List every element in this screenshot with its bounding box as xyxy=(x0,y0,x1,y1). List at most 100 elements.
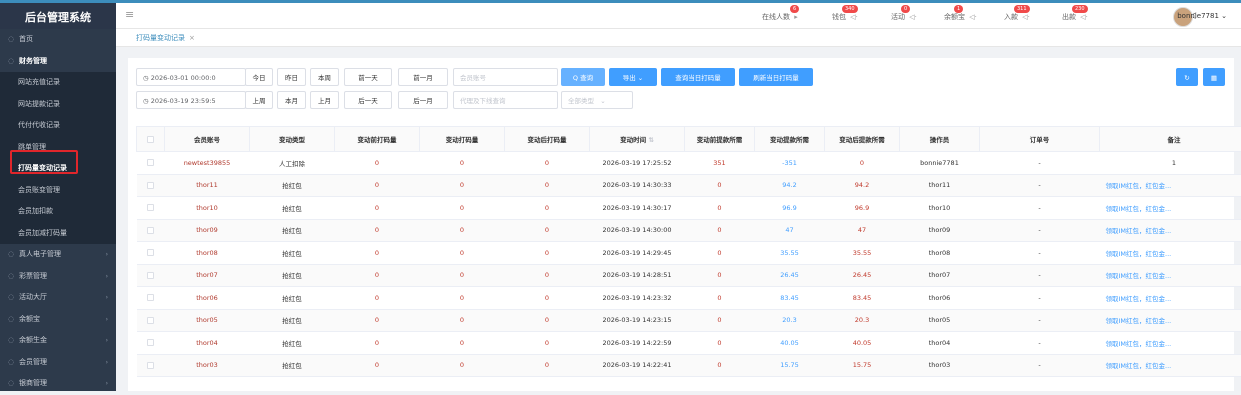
date-range-button[interactable]: 后一天 xyxy=(344,91,392,109)
refresh-icon[interactable]: ↻ xyxy=(1176,68,1198,86)
type-select[interactable]: 全部类型 ⌄ xyxy=(561,91,633,109)
row-checkbox[interactable] xyxy=(137,264,165,287)
row-checkbox[interactable] xyxy=(137,242,165,265)
select-all-checkbox[interactable] xyxy=(137,127,165,152)
table-cell[interactable]: 1 xyxy=(1100,152,1241,175)
sidebar-item[interactable]: ◌真人电子管理› xyxy=(0,244,116,266)
account-input[interactable]: 会员账号 xyxy=(453,68,558,86)
topbar-item-label: 入款 xyxy=(1004,13,1018,21)
table-cell[interactable]: thor03 xyxy=(165,354,250,377)
table-cell[interactable]: 领取IM红包，红包金... xyxy=(1100,332,1241,355)
topbar-item[interactable]: 活动0 ◁· xyxy=(891,12,917,22)
date-range-button[interactable]: 前一天 xyxy=(344,68,392,86)
sidebar-item[interactable]: 网站充值记录 xyxy=(0,72,116,94)
sidebar-item[interactable]: 打码量变动记录 xyxy=(0,158,116,180)
menu-toggle-icon[interactable]: ≡ xyxy=(125,8,134,21)
sidebar-item[interactable]: 会员加减打码量 xyxy=(0,223,116,245)
table-cell: 0 xyxy=(420,354,505,377)
row-checkbox[interactable] xyxy=(137,354,165,377)
sidebar-item[interactable]: 网站提款记录 xyxy=(0,94,116,116)
sort-icon[interactable]: ⇅ xyxy=(646,136,654,144)
activity-icon: ◌ xyxy=(8,287,16,309)
sidebar-item-label: 网站充值记录 xyxy=(18,78,60,86)
date-range-button[interactable]: 本周 xyxy=(310,68,339,86)
sidebar-item[interactable]: ◌余额宝› xyxy=(0,309,116,331)
topbar-item[interactable]: 钱包340 ◁· xyxy=(832,12,858,22)
row-checkbox[interactable] xyxy=(137,309,165,332)
table-cell: 351 xyxy=(685,152,755,175)
table-cell[interactable]: 领取IM红包，红包金... xyxy=(1100,197,1241,220)
table-cell[interactable]: 领取IM红包，红包金... xyxy=(1100,287,1241,310)
sidebar-item[interactable]: ◌银商管理› xyxy=(0,373,116,395)
topbar-item[interactable]: 在线人数6 ▸ xyxy=(762,12,798,22)
table-cell[interactable]: thor08 xyxy=(165,242,250,265)
date-end-input[interactable]: ◷ 2026-03-19 23:59:5 xyxy=(136,91,246,109)
table-cell[interactable]: thor05 xyxy=(165,309,250,332)
query-today-button[interactable]: 查询当日打码量 xyxy=(661,68,735,86)
row-checkbox[interactable] xyxy=(137,287,165,310)
username[interactable]: bonnie7781 ⌄ xyxy=(1177,12,1227,20)
date-range-button[interactable]: 前一月 xyxy=(398,68,448,86)
sidebar-item-label: 活动大厅 xyxy=(19,293,47,301)
table-cell: - xyxy=(980,152,1100,175)
refresh-today-button[interactable]: 刷新当日打码量 xyxy=(739,68,813,86)
sidebar-item[interactable]: ◌首页 xyxy=(0,29,116,51)
sidebar-item[interactable]: ◌彩票管理› xyxy=(0,266,116,288)
row-checkbox[interactable] xyxy=(137,197,165,220)
topbar-item[interactable]: 入款311 ◁· xyxy=(1004,12,1030,22)
table-cell[interactable]: thor11 xyxy=(165,174,250,197)
table-cell: 抢红包 xyxy=(250,264,335,287)
table-row: thor03抢红包0002026-03-19 14:22:41015.7515.… xyxy=(137,354,1241,377)
column-header[interactable]: 变动时间 ⇅ xyxy=(590,127,685,152)
date-range-button[interactable]: 今日 xyxy=(245,68,273,86)
table-cell: thor03 xyxy=(900,354,980,377)
table-cell: 抢红包 xyxy=(250,219,335,242)
agent-input[interactable]: 代理及下线查询 xyxy=(453,91,558,109)
sidebar-item[interactable]: ◌财务管理 xyxy=(0,51,116,73)
table-cell[interactable]: thor06 xyxy=(165,287,250,310)
table-row: thor07抢红包0002026-03-19 14:28:51026.4526.… xyxy=(137,264,1241,287)
topbar-item[interactable]: 出款230 ◁· xyxy=(1062,12,1088,22)
sidebar-item[interactable]: ◌活动大厅› xyxy=(0,287,116,309)
table-cell[interactable]: thor09 xyxy=(165,219,250,242)
sidebar-item[interactable]: 会员加扣款 xyxy=(0,201,116,223)
sidebar-item[interactable]: ◌会员管理› xyxy=(0,352,116,374)
grid-icon[interactable]: ▦ xyxy=(1203,68,1225,86)
count-badge: 0 xyxy=(901,5,910,13)
table-cell: - xyxy=(980,242,1100,265)
table-cell[interactable]: 领取IM红包，红包金... xyxy=(1100,354,1241,377)
sidebar-item[interactable]: 会员账变管理 xyxy=(0,180,116,202)
row-checkbox[interactable] xyxy=(137,152,165,175)
export-button[interactable]: 导出 ⌄ xyxy=(609,68,657,86)
query-button[interactable]: Q 查询 xyxy=(561,68,605,86)
date-range-button[interactable]: 昨日 xyxy=(277,68,306,86)
row-checkbox[interactable] xyxy=(137,219,165,242)
date-range-button[interactable]: 上周 xyxy=(245,91,273,109)
sidebar-item[interactable]: 跳单管理 xyxy=(0,137,116,159)
close-icon[interactable]: × xyxy=(189,34,195,42)
row-checkbox[interactable] xyxy=(137,332,165,355)
topbar-item[interactable]: 余额宝1 ◁· xyxy=(944,12,977,22)
table-cell: - xyxy=(980,264,1100,287)
table-cell[interactable]: 领取IM红包，红包金... xyxy=(1100,242,1241,265)
table-cell: thor11 xyxy=(900,174,980,197)
sidebar-item-label: 会员加扣款 xyxy=(18,207,53,215)
date-range-button[interactable]: 本月 xyxy=(277,91,306,109)
date-range-button[interactable]: 上月 xyxy=(310,91,339,109)
date-range-button[interactable]: 后一月 xyxy=(398,91,448,109)
table-cell[interactable]: thor10 xyxy=(165,197,250,220)
table-cell[interactable]: 领取IM红包，红包金... xyxy=(1100,264,1241,287)
table-cell[interactable]: 领取IM红包，红包金... xyxy=(1100,174,1241,197)
date-start-input[interactable]: ◷ 2026-03-01 00:00:0 xyxy=(136,68,246,86)
table-cell[interactable]: thor07 xyxy=(165,264,250,287)
sidebar-item[interactable]: ◌余额生金› xyxy=(0,330,116,352)
row-checkbox[interactable] xyxy=(137,174,165,197)
table-cell[interactable]: 领取IM红包，红包金... xyxy=(1100,309,1241,332)
table-cell[interactable]: newtest39855 xyxy=(165,152,250,175)
table-cell: 抢红包 xyxy=(250,354,335,377)
sidebar-item[interactable]: 代付代收记录 xyxy=(0,115,116,137)
table-cell[interactable]: 领取IM红包，红包金... xyxy=(1100,219,1241,242)
table-cell[interactable]: thor04 xyxy=(165,332,250,355)
table-cell: 0 xyxy=(335,332,420,355)
tab-current[interactable]: 打码量变动记录× xyxy=(136,33,195,43)
